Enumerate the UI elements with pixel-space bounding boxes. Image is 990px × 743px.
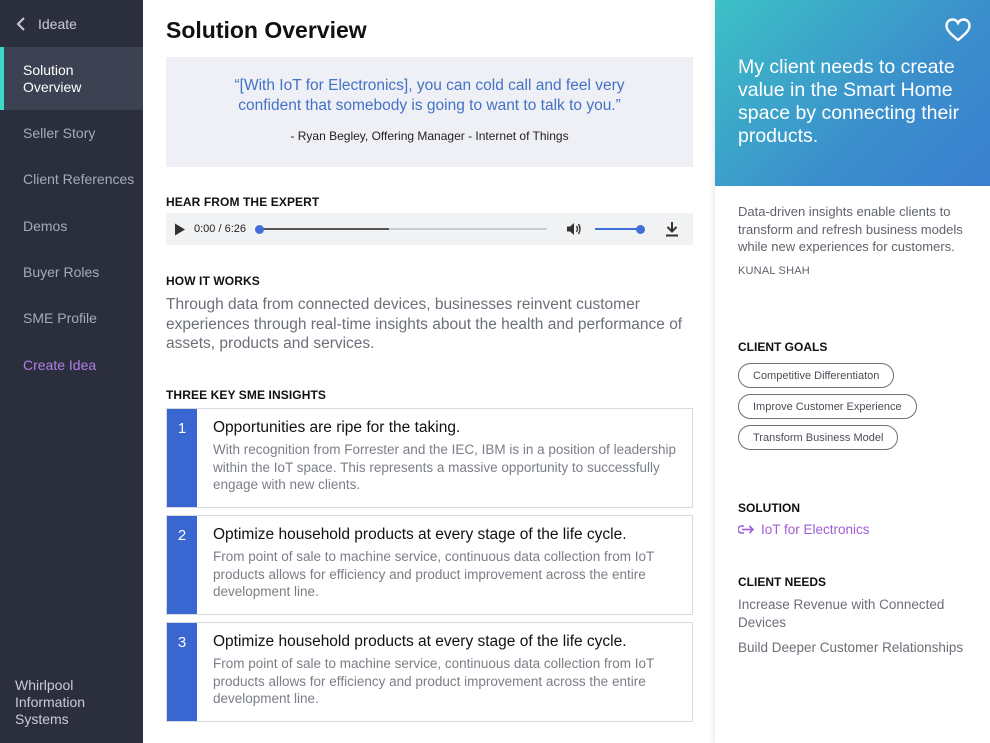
client-need: Build Deeper Customer Relationships <box>738 640 964 655</box>
solution-link[interactable]: IoT for Electronics <box>737 522 870 537</box>
client-need: Increase Revenue with Connected Devices <box>738 597 945 630</box>
insight-card: 2 Optimize household products at every s… <box>166 515 693 615</box>
sidebar-item-label: Create Idea <box>23 356 97 373</box>
seek-handle[interactable] <box>255 225 264 234</box>
description: Data-driven insights enable clients to t… <box>738 204 963 254</box>
sidebar-item-client-references[interactable]: Client References <box>0 168 143 190</box>
buffered-bar <box>259 228 389 230</box>
back-label: Ideate <box>38 15 77 32</box>
how-text: Through data from connected devices, bus… <box>166 296 683 352</box>
link-arrow-icon <box>737 524 755 536</box>
goal-tag[interactable]: Competitive Differentiaton <box>738 363 895 388</box>
audio-player: 0:00 / 6:26 <box>166 213 693 245</box>
volume-slider[interactable] <box>595 228 641 230</box>
sidebar-item-buyer-roles[interactable]: Buyer Roles <box>0 261 143 283</box>
sidebar-item-solution-overview[interactable]: Solution Overview <box>0 47 143 110</box>
how-heading: HOW IT WORKS <box>166 274 260 288</box>
back-button[interactable]: Ideate <box>0 0 143 47</box>
sidebar: Ideate Solution Overview Seller Story Cl… <box>0 0 143 743</box>
time-display: 0:00 / 6:26 <box>194 223 246 235</box>
chevron-left-icon <box>16 16 28 31</box>
idea-panel: My client needs to create value in the S… <box>715 0 990 743</box>
insight-title: Opportunities are ripe for the taking. <box>213 419 461 436</box>
main-content: Solution Overview “[With IoT for Electro… <box>143 0 715 743</box>
insight-number: 3 <box>167 623 197 721</box>
insight-body: From point of sale to machine service, c… <box>213 549 654 599</box>
sidebar-item-create-idea[interactable]: Create Idea <box>0 354 143 376</box>
sidebar-item-label: Solution Overview <box>23 61 82 95</box>
play-icon[interactable] <box>174 222 188 236</box>
insights-heading: THREE KEY SME INSIGHTS <box>166 388 327 402</box>
sidebar-item-label: Buyer Roles <box>23 263 100 280</box>
client-goals-heading: CLIENT GOALS <box>738 340 828 354</box>
sidebar-item-label: SME Profile <box>23 309 97 326</box>
goal-tag[interactable]: Transform Business Model <box>738 425 899 450</box>
organization-name: Whirlpool Information Systems <box>15 677 86 727</box>
sidebar-item-seller-story[interactable]: Seller Story <box>0 122 143 144</box>
insight-card: 3 Optimize household products at every s… <box>166 622 693 722</box>
author-name: KUNAL SHAH <box>738 265 810 277</box>
insight-card: 1 Opportunities are ripe for the taking.… <box>166 408 693 508</box>
hero-statement: My client needs to create value in the S… <box>738 56 960 147</box>
seek-track[interactable] <box>259 228 547 230</box>
page-title: Solution Overview <box>166 17 367 43</box>
volume-handle[interactable] <box>636 225 645 234</box>
sidebar-item-sme-profile[interactable]: SME Profile <box>0 307 143 329</box>
insight-number: 2 <box>167 516 197 614</box>
volume-icon[interactable] <box>566 222 582 236</box>
expert-heading: HEAR FROM THE EXPERT <box>166 195 320 209</box>
sidebar-item-label: Demos <box>23 217 68 234</box>
sidebar-item-label: Client References <box>23 170 135 187</box>
insight-body: From point of sale to machine service, c… <box>213 656 654 706</box>
quote-text: “[With IoT for Electronics], you can col… <box>234 77 625 114</box>
quote-box: “[With IoT for Electronics], you can col… <box>166 57 693 167</box>
download-icon[interactable] <box>665 221 679 237</box>
sidebar-item-label: Seller Story <box>23 124 96 141</box>
insight-title: Optimize household products at every sta… <box>213 526 627 543</box>
solution-link-label: IoT for Electronics <box>761 522 870 537</box>
insight-number: 1 <box>167 409 197 507</box>
solution-heading: SOLUTION <box>738 501 800 515</box>
quote-author: - Ryan Begley, Offering Manager - Intern… <box>290 129 569 143</box>
client-needs-heading: CLIENT NEEDS <box>738 575 827 589</box>
hero-banner: My client needs to create value in the S… <box>715 0 990 186</box>
goal-tag[interactable]: Improve Customer Experience <box>738 394 917 419</box>
sidebar-item-demos[interactable]: Demos <box>0 215 143 237</box>
heart-icon[interactable] <box>945 18 971 42</box>
insight-title: Optimize household products at every sta… <box>213 633 627 650</box>
insight-body: With recognition from Forrester and the … <box>213 442 676 492</box>
